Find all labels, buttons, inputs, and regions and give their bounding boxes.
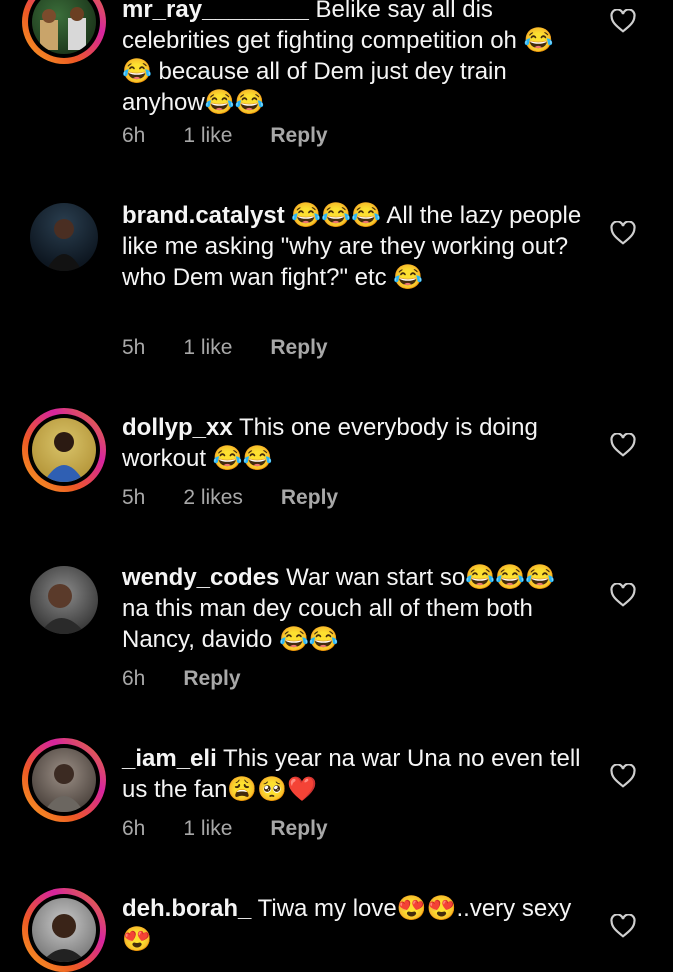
avatar-story-ring[interactable] [22,738,106,822]
comment-username[interactable]: dollyp_xx [122,414,233,441]
reply-button[interactable]: Reply [270,336,327,360]
comment-time: 6h [122,124,146,147]
avatar-wrapper[interactable] [22,195,106,279]
emoji-group: 😂 [393,264,424,291]
avatar-story-ring[interactable] [22,888,106,972]
comment-time: 5h [122,336,146,359]
avatar [32,0,96,54]
comment-text: wendy_codes War wan start so😂😂😂 na this … [122,564,555,653]
comment-time: 6h [122,817,146,840]
comment-text: deh.borah_ Tiwa my love😍😍..very sexy😍 [122,895,572,953]
heart-outline-icon[interactable] [610,764,636,788]
emoji-group: 😂😂 [278,626,339,653]
comment-username[interactable]: _iam_eli [122,745,217,772]
emoji-group: 😂😂😂 [291,202,382,229]
reply-button[interactable]: Reply [183,667,240,691]
reply-button[interactable]: Reply [281,486,338,510]
avatar-story-ring[interactable] [22,0,106,64]
avatar [32,898,96,962]
comment-text: _iam_eli This year na war Una no even te… [122,745,581,803]
heart-outline-icon[interactable] [610,9,636,33]
comment-time: 5h [122,486,146,509]
comment-likes[interactable]: 1 like [183,124,232,148]
reply-button[interactable]: Reply [270,817,327,841]
heart-outline-icon[interactable] [610,433,636,457]
emoji-group: 😂😂 [204,89,265,116]
comment-time: 6h [122,667,146,690]
comment-username[interactable]: deh.borah_ [122,895,251,922]
heart-outline-icon[interactable] [610,914,636,938]
comment-likes[interactable]: 1 like [183,336,232,360]
avatar [30,566,98,634]
comment-meta: 5h 2 likes Reply [122,486,376,510]
emoji-group: 😍 [122,926,152,953]
avatar [30,203,98,271]
comment-text: dollyp_xx This one everybody is doing wo… [122,414,538,472]
heart-outline-icon[interactable] [610,583,636,607]
comment-meta: 6h 1 like Reply [122,124,366,148]
avatar [32,748,96,812]
avatar-wrapper[interactable] [22,558,106,642]
heart-outline-icon[interactable] [610,221,636,245]
avatar-story-ring[interactable] [22,408,106,492]
emoji-group: 😩🥺❤️ [227,776,318,803]
comment-likes[interactable]: 2 likes [183,486,243,510]
comment-meta: 6h Reply [122,667,279,691]
comment-meta: 6h 1 like Reply [122,817,366,841]
reply-button[interactable]: Reply [270,124,327,148]
comment-meta: 5h 1 like Reply [122,336,366,360]
comment-username[interactable]: wendy_codes [122,564,279,591]
avatar [32,418,96,482]
comment-likes[interactable]: 1 like [183,817,232,841]
comment-text: mr_ray________ Belike say all dis celebr… [122,0,582,118]
emoji-group: 😍😍 [396,895,457,922]
emoji-group: 😂😂 [212,445,273,472]
comment-username[interactable]: brand.catalyst [122,202,285,229]
comment-text: brand.catalyst 😂😂😂 All the lazy people l… [122,202,582,291]
emoji-group: 😂😂😂 [465,564,555,591]
comment-username[interactable]: mr_ray________ [122,0,309,23]
